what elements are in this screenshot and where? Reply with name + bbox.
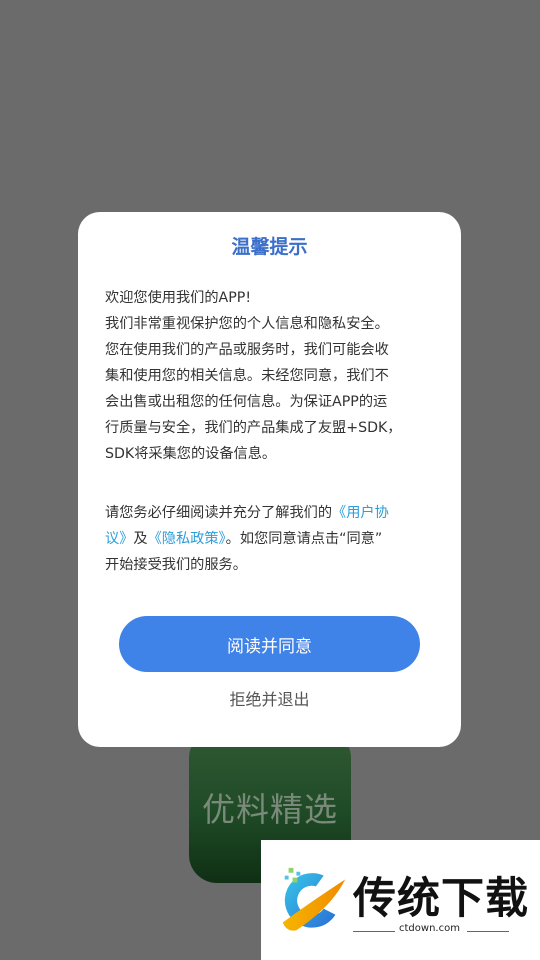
agree-button[interactable]: 阅读并同意 xyxy=(119,616,420,672)
watermark-url: ctdown.com xyxy=(399,923,460,934)
paragraph-line: 我们非常重视保护您的个人信息和隐私安全。 xyxy=(105,316,389,332)
paragraph-line: 您在使用我们的产品或服务时，我们可能会收 xyxy=(105,342,389,358)
user-agreement-link-cont[interactable]: 议》 xyxy=(105,531,133,547)
paragraph-line: SDK将采集您的设备信息。 xyxy=(105,446,277,462)
user-agreement-link[interactable]: 《用户协 xyxy=(332,505,389,521)
ctdown-logo-icon xyxy=(282,867,346,931)
watermark-text: 传统下载 xyxy=(353,874,529,924)
paragraph-text: 。如您同意请点击“同意” xyxy=(225,531,383,547)
background-app-name: 优料精选 xyxy=(202,789,338,829)
paragraph-line: 会出售或出租您的任何信息。为保证APP的运 xyxy=(105,394,388,410)
privacy-policy-link[interactable]: 《隐私政策》 xyxy=(148,531,226,547)
paragraph-line: 集和使用您的相关信息。未经您同意，我们不 xyxy=(105,368,389,384)
paragraph-text: 及 xyxy=(133,531,148,547)
paragraph-line: 欢迎您使用我们的APP! xyxy=(105,290,252,306)
paragraph-line: 行质量与安全，我们的产品集成了友盟+SDK， xyxy=(105,420,402,436)
paragraph-line: 开始接受我们的服务。 xyxy=(105,557,247,573)
dialog-paragraph-1: 欢迎您使用我们的APP! 我们非常重视保护您的个人信息和隐私安全。 您在使用我们… xyxy=(105,285,435,467)
reject-exit-button[interactable]: 拒绝并退出 xyxy=(78,687,461,713)
watermark-divider xyxy=(467,931,509,932)
privacy-dialog: 温馨提示 欢迎您使用我们的APP! 我们非常重视保护您的个人信息和隐私安全。 您… xyxy=(78,212,461,747)
watermark-divider xyxy=(353,931,395,932)
watermark-banner: 传统下载 ctdown.com xyxy=(261,840,540,960)
dialog-paragraph-2: 请您务必仔细阅读并充分了解我们的《用户协 议》及《隐私政策》。如您同意请点击“同… xyxy=(105,500,435,578)
dialog-title: 温馨提示 xyxy=(231,236,308,258)
paragraph-text: 请您务必仔细阅读并充分了解我们的 xyxy=(105,505,333,521)
